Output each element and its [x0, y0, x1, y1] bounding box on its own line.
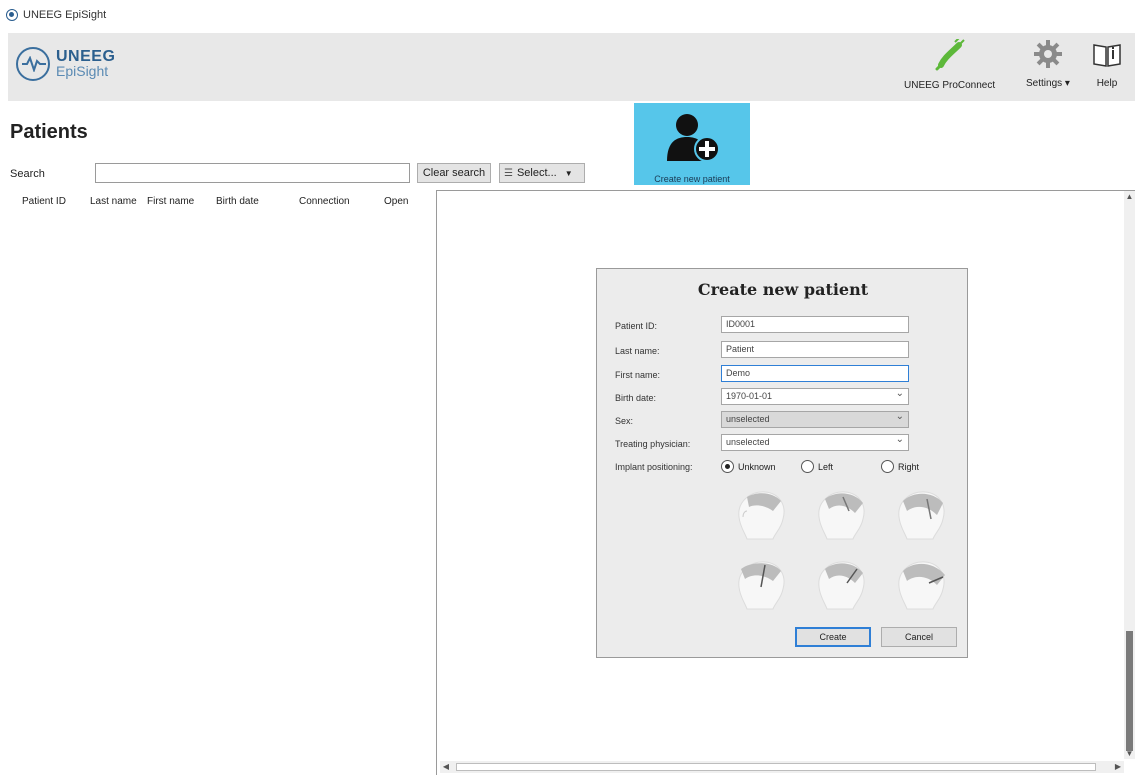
column-header-first-name[interactable]: First name [147, 196, 194, 207]
radio-circle-icon [801, 460, 814, 473]
proconnect-button[interactable]: UNEEG ProConnect [904, 36, 996, 91]
implant-radio-right[interactable]: Right [881, 460, 919, 473]
horizontal-scrollbar[interactable]: ◀ ▶ [440, 761, 1124, 773]
app-header: UNEEG EpiSight UNEEG ProConnect Settings… [8, 33, 1135, 101]
sex-label: Sex: [615, 416, 634, 426]
birth-date-picker[interactable]: 1970-01-01 [721, 388, 909, 405]
settings-button[interactable]: Settings ▾ [1026, 39, 1070, 89]
create-new-patient-button[interactable]: Create new patient [634, 103, 750, 185]
list-icon: ☰ [504, 167, 513, 179]
physician-select[interactable]: unselected [721, 434, 909, 451]
first-name-label: First name: [615, 370, 661, 380]
window-titlebar: UNEEG EpiSight [0, 0, 1135, 30]
head-illustration-2 [813, 487, 869, 541]
implant-positioning-radio-group: Unknown Left Right [721, 460, 941, 476]
patient-id-label: Patient ID: [615, 321, 658, 331]
scroll-down-icon[interactable]: ▼ [1124, 748, 1135, 759]
create-new-patient-label: Create new patient [654, 174, 730, 184]
vertical-scroll-thumb[interactable] [1126, 631, 1133, 751]
scroll-left-icon[interactable]: ◀ [440, 761, 452, 773]
create-patient-dialog: Create new patient Patient ID: ID0001 La… [596, 268, 968, 658]
column-header-patient-id[interactable]: Patient ID [22, 196, 66, 207]
horizontal-scroll-thumb[interactable] [456, 763, 1096, 771]
search-input[interactable] [95, 163, 410, 183]
radio-circle-icon [721, 460, 734, 473]
implant-radio-unknown[interactable]: Unknown [721, 460, 776, 473]
birth-date-label: Birth date: [615, 393, 657, 403]
book-help-icon [1092, 39, 1122, 72]
head-illustration-6 [893, 557, 949, 611]
episight-logo-icon [16, 47, 50, 81]
head-illustration-1 [733, 487, 789, 541]
physician-label: Treating physician: [615, 439, 691, 449]
vertical-scrollbar[interactable]: ▲ ▼ [1124, 191, 1135, 759]
cancel-button[interactable]: Cancel [881, 627, 957, 647]
implant-option-unknown-label: Unknown [738, 461, 776, 472]
gear-icon [1033, 39, 1063, 72]
head-illustration-3 [893, 487, 949, 541]
logo-text-uneeg: UNEEG [56, 48, 116, 65]
uneeg-episight-logo: UNEEG EpiSight [16, 47, 115, 81]
radio-circle-icon [881, 460, 894, 473]
last-name-field[interactable]: Patient [721, 341, 909, 358]
column-header-birth-date[interactable]: Birth date [216, 196, 259, 207]
column-header-connection[interactable]: Connection [299, 196, 350, 207]
column-header-last-name[interactable]: Last name [90, 196, 137, 207]
implant-positioning-label: Implant positioning: [615, 462, 693, 472]
select-dropdown[interactable]: ☰ Select... ▼ [499, 163, 585, 183]
dialog-title: Create new patient [697, 280, 869, 299]
help-label: Help [1096, 78, 1118, 89]
chevron-down-icon: ▼ [564, 168, 573, 178]
settings-label: Settings ▾ [1026, 78, 1070, 89]
first-name-field[interactable]: Demo [721, 365, 909, 382]
implant-option-right-label: Right [898, 461, 920, 472]
head-illustration-5 [813, 557, 869, 611]
create-button[interactable]: Create [795, 627, 871, 647]
add-user-icon [663, 111, 721, 168]
clear-search-button[interactable]: Clear search [417, 163, 491, 183]
head-illustration-4 [733, 557, 789, 611]
sex-select[interactable]: unselected [721, 411, 909, 428]
app-logo-icon [6, 9, 18, 21]
last-name-label: Last name: [615, 346, 660, 356]
logo-text-episight: EpiSight [56, 63, 109, 79]
window-title: UNEEG EpiSight [23, 9, 107, 21]
search-label: Search [10, 168, 45, 180]
plug-connected-icon [933, 36, 967, 74]
scroll-up-icon[interactable]: ▲ [1124, 191, 1135, 202]
column-header-open[interactable]: Open [384, 196, 408, 207]
select-dropdown-label: Select... [516, 167, 557, 179]
help-button[interactable]: Help [1092, 39, 1122, 89]
page-title: Patients [10, 121, 88, 143]
patient-id-field[interactable]: ID0001 [721, 316, 909, 333]
proconnect-label: UNEEG ProConnect [904, 80, 996, 91]
implant-option-left-label: Left [818, 461, 834, 472]
scroll-right-icon[interactable]: ▶ [1112, 761, 1124, 773]
implant-radio-left[interactable]: Left [801, 460, 833, 473]
